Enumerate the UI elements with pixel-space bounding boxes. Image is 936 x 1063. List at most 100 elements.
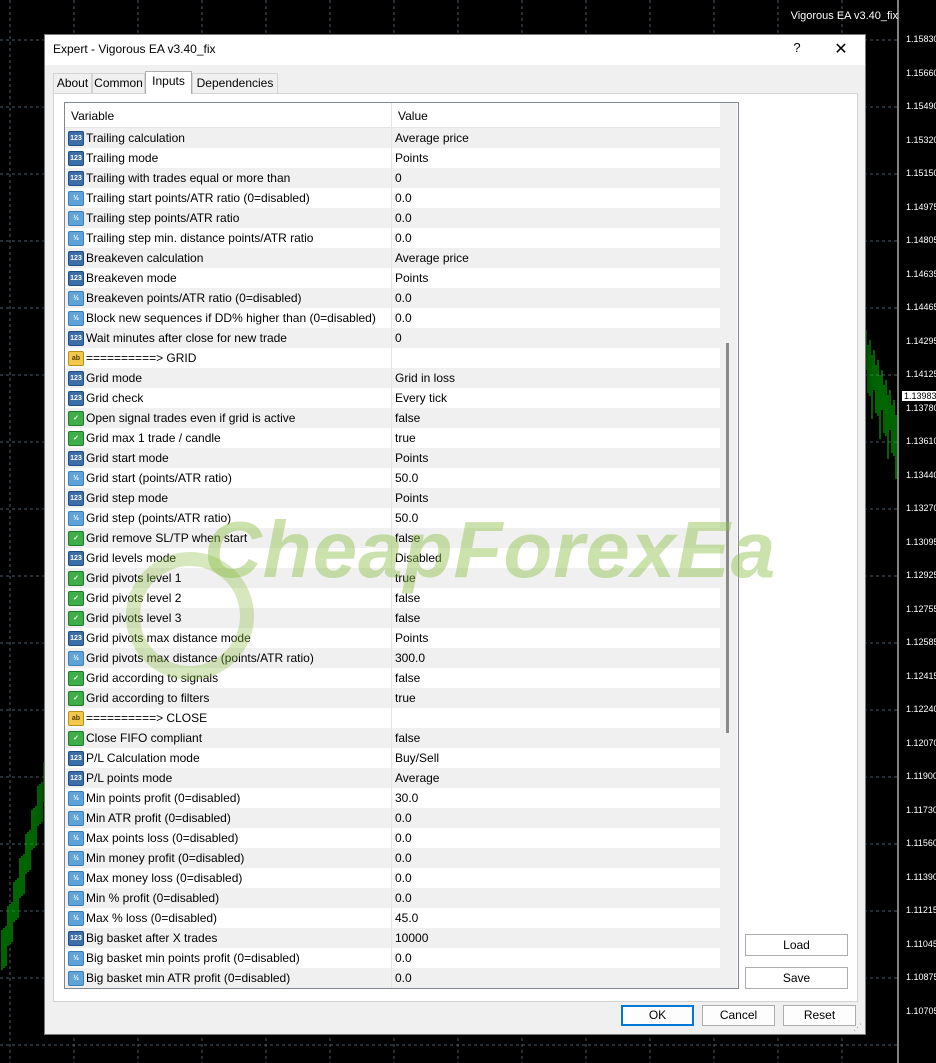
column-header-value[interactable]: Value [398,109,428,123]
variable-value[interactable]: 0.0 [395,831,412,845]
variable-value[interactable]: Points [395,491,428,505]
table-row[interactable]: ½ Max % loss (0=disabled) 45.0 [65,908,720,928]
variable-value[interactable]: false [395,671,420,685]
table-row[interactable]: ½ Big basket min ATR profit (0=disabled) 0… [65,968,720,988]
cancel-button[interactable]: Cancel [702,1005,775,1026]
variable-value[interactable]: Points [395,631,428,645]
table-row[interactable]: ab ==========> GRID [65,348,720,368]
variable-value[interactable]: false [395,591,420,605]
table-row[interactable]: ab ==========> CLOSE [65,708,720,728]
variable-value[interactable]: 0.0 [395,971,412,985]
table-row[interactable]: ✓ Grid max 1 trade / candle true [65,428,720,448]
table-row[interactable]: ✓ Grid pivots level 1 true [65,568,720,588]
table-row[interactable]: ✓ Grid pivots level 2 false [65,588,720,608]
variable-value[interactable]: false [395,731,420,745]
variable-value[interactable]: 30.0 [395,791,418,805]
ok-button[interactable]: OK [621,1005,694,1026]
variable-value[interactable]: Every tick [395,391,447,405]
variable-value[interactable]: Buy/Sell [395,751,439,765]
variable-value[interactable]: false [395,531,420,545]
table-row[interactable]: ½ Min points profit (0=disabled) 30.0 [65,788,720,808]
tab-inputs[interactable]: Inputs [145,71,192,94]
table-row[interactable]: 123 Grid check Every tick [65,388,720,408]
table-row[interactable]: 123 Grid step mode Points [65,488,720,508]
variable-value[interactable]: Average price [395,251,469,265]
table-row[interactable]: ½ Max money loss (0=disabled) 0.0 [65,868,720,888]
table-row[interactable]: 123 Trailing calculation Average price [65,128,720,148]
variable-value[interactable]: 0 [395,331,402,345]
variable-value[interactable]: Disabled [395,551,442,565]
variable-value[interactable]: 0.0 [395,311,412,325]
variable-value[interactable]: Points [395,151,428,165]
variable-value[interactable]: Points [395,451,428,465]
vertical-scrollbar[interactable] [720,103,737,988]
table-row[interactable]: 123 Grid start mode Points [65,448,720,468]
column-header-variable[interactable]: Variable [71,109,114,123]
tab-common[interactable]: Common [92,73,145,93]
variable-value[interactable]: false [395,611,420,625]
variable-value[interactable]: 0.0 [395,871,412,885]
table-row[interactable]: 123 P/L points mode Average [65,768,720,788]
table-row[interactable]: 123 Trailing with trades equal or more th… [65,168,720,188]
table-row[interactable]: ✓ Grid remove SL/TP when start false [65,528,720,548]
variable-value[interactable]: 50.0 [395,511,418,525]
table-row[interactable]: ½ Trailing step min. distance points/ATR … [65,228,720,248]
variable-value[interactable]: 0.0 [395,811,412,825]
close-button[interactable]: ✕ [831,39,851,59]
table-row[interactable]: ✓ Grid pivots level 3 false [65,608,720,628]
variable-value[interactable]: false [395,411,420,425]
variable-value[interactable]: 50.0 [395,471,418,485]
variable-value[interactable]: 0.0 [395,231,412,245]
table-row[interactable]: ½ Grid start (points/ATR ratio) 50.0 [65,468,720,488]
column-divider[interactable] [391,103,392,127]
variable-value[interactable]: 0.0 [395,891,412,905]
help-button[interactable]: ? [789,40,805,58]
table-row[interactable]: 123 Breakeven mode Points [65,268,720,288]
table-row[interactable]: ½ Min % profit (0=disabled) 0.0 [65,888,720,908]
scrollbar-thumb[interactable] [726,343,729,733]
tab-about[interactable]: About [53,73,92,93]
tab-dependencies[interactable]: Dependencies [192,73,278,93]
table-row[interactable]: ✓ Close FIFO compliant false [65,728,720,748]
table-row[interactable]: ½ Block new sequences if DD% higher than … [65,308,720,328]
table-row[interactable]: ½ Min money profit (0=disabled) 0.0 [65,848,720,868]
table-row[interactable]: ½ Trailing start points/ATR ratio (0=disa… [65,188,720,208]
variable-value[interactable]: Points [395,271,428,285]
variable-value[interactable]: Grid in loss [395,371,455,385]
variable-value[interactable]: 0.0 [395,291,412,305]
variable-value[interactable]: true [395,431,416,445]
table-row[interactable]: 123 P/L Calculation mode Buy/Sell [65,748,720,768]
table-row[interactable]: ½ Min ATR profit (0=disabled) 0.0 [65,808,720,828]
variable-value[interactable]: 0.0 [395,191,412,205]
variable-value[interactable]: 0.0 [395,211,412,225]
table-row[interactable]: ½ Max points loss (0=disabled) 0.0 [65,828,720,848]
variable-value[interactable]: 300.0 [395,651,425,665]
table-row[interactable]: ✓ Grid according to signals false [65,668,720,688]
variable-value[interactable]: Average [395,771,439,785]
variable-value[interactable]: Average price [395,131,469,145]
variable-value[interactable]: 10000 [395,931,428,945]
dialog-titlebar[interactable]: Expert - Vigorous EA v3.40_fix ? ✕ [45,35,865,65]
variable-value[interactable]: 0 [395,171,402,185]
table-row[interactable]: ½ Big basket min points profit (0=disable… [65,948,720,968]
variable-value[interactable]: 0.0 [395,951,412,965]
table-row[interactable]: ½ Grid pivots max distance (points/ATR ra… [65,648,720,668]
table-row[interactable]: 123 Wait minutes after close for new trad… [65,328,720,348]
variable-value[interactable]: true [395,571,416,585]
table-row[interactable]: ✓ Grid according to filters true [65,688,720,708]
variable-value[interactable]: 45.0 [395,911,418,925]
variable-value[interactable]: true [395,691,416,705]
table-row[interactable]: ½ Grid step (points/ATR ratio) 50.0 [65,508,720,528]
table-row[interactable]: 123 Grid pivots max distance mode Points [65,628,720,648]
table-row[interactable]: ✓ Open signal trades even if grid is acti… [65,408,720,428]
table-row[interactable]: 123 Grid mode Grid in loss [65,368,720,388]
table-row[interactable]: 123 Trailing mode Points [65,148,720,168]
table-row[interactable]: ½ Breakeven points/ATR ratio (0=disabled)… [65,288,720,308]
variable-value[interactable]: 0.0 [395,851,412,865]
table-row[interactable]: 123 Breakeven calculation Average price [65,248,720,268]
table-row[interactable]: 123 Big basket after X trades 10000 [65,928,720,948]
save-button[interactable]: Save [745,967,848,989]
table-row[interactable]: 123 Grid levels mode Disabled [65,548,720,568]
resize-grip-icon[interactable]: ⋰ [853,1022,863,1032]
table-row[interactable]: ½ Trailing step points/ATR ratio 0.0 [65,208,720,228]
